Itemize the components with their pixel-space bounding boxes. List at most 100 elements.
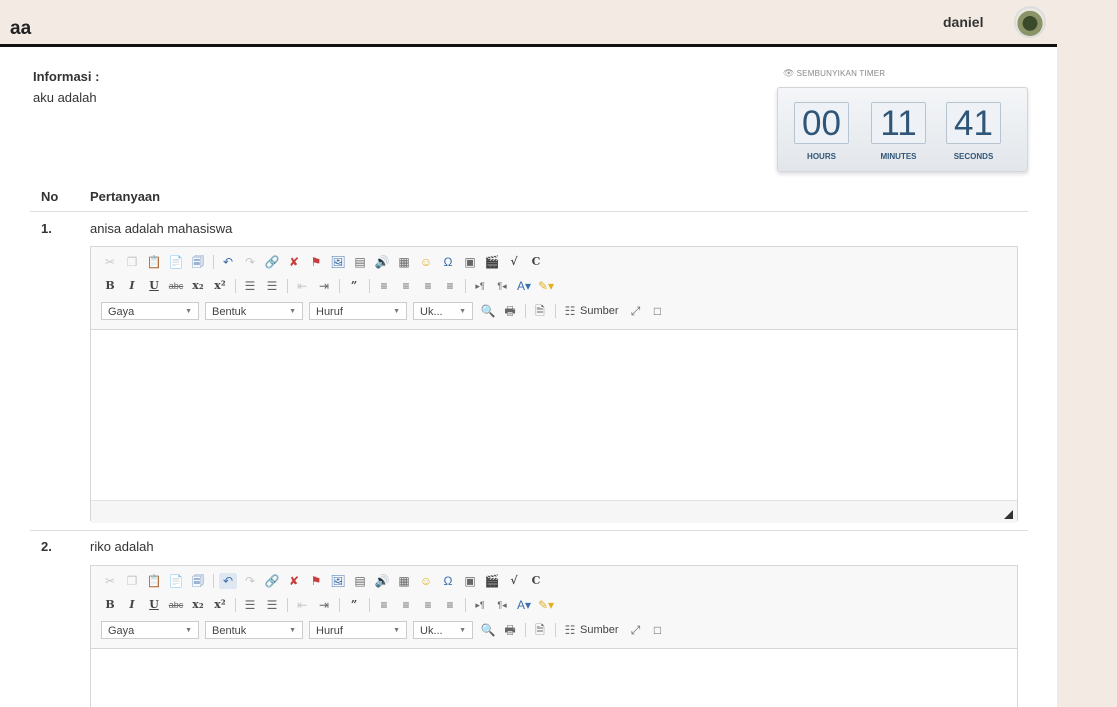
special-char-icon[interactable]: Ω [439,573,457,589]
text-color-icon[interactable]: A▾ [515,597,533,613]
copy-icon[interactable]: ❐ [123,254,141,270]
preview-icon[interactable]: 🔍 [479,303,497,319]
special-char-icon[interactable]: Ω [439,254,457,270]
underline-icon[interactable]: U [145,597,163,613]
user-name[interactable]: daniel [943,14,983,30]
paste-icon[interactable]: 📋 [145,254,163,270]
audio-icon[interactable]: 🔊 [373,254,391,270]
style-combo[interactable]: Gaya ▼ [101,621,199,639]
youtube-icon[interactable]: ▣ [461,254,479,270]
show-blocks-icon[interactable]: □ [649,303,667,319]
smiley-icon[interactable]: ☺ [417,573,435,589]
templates-icon[interactable]: 🗎 [531,622,549,638]
italic-icon[interactable]: I [123,597,141,613]
italic-icon[interactable]: I [123,278,141,294]
rtl-icon[interactable]: ¶◂ [493,597,511,613]
align-center-icon[interactable]: ≡ [397,278,415,294]
text-color-icon[interactable]: A▾ [515,278,533,294]
paste-word-icon[interactable]: 🗐 [189,254,207,270]
editor-content-area[interactable] [91,649,1017,707]
cut-icon[interactable]: ✂ [101,254,119,270]
bulleted-list-icon[interactable]: ☰ [263,278,281,294]
paste-icon[interactable]: 📋 [145,573,163,589]
avatar[interactable] [1014,6,1046,38]
outdent-icon[interactable]: ⇤ [293,597,311,613]
superscript-icon[interactable]: x² [211,597,229,613]
bulleted-list-icon[interactable]: ☰ [263,597,281,613]
code-c-icon[interactable]: C [527,254,545,270]
indent-icon[interactable]: ⇥ [315,597,333,613]
bg-color-icon[interactable]: ✎▾ [537,278,555,294]
paste-text-icon[interactable]: 📄 [167,573,185,589]
cut-icon[interactable]: ✂ [101,573,119,589]
table-icon[interactable]: ▦ [395,573,413,589]
image-icon[interactable]: 🖼 [329,254,347,270]
undo-icon[interactable]: ↶ [219,254,237,270]
unlink-icon[interactable]: ✘ [285,254,303,270]
align-right-icon[interactable]: ≡ [419,278,437,294]
size-combo[interactable]: Uk... ▼ [413,621,473,639]
size-combo[interactable]: Uk... ▼ [413,302,473,320]
bold-icon[interactable]: B [101,278,119,294]
anchor-flag-icon[interactable]: ⚑ [307,254,325,270]
align-left-icon[interactable]: ≡ [375,597,393,613]
undo-icon[interactable]: ↶ [219,573,237,589]
anchor-flag-icon[interactable]: ⚑ [307,573,325,589]
youtube-icon[interactable]: ▣ [461,573,479,589]
hide-timer-link[interactable]: 👁 SEMBUNYIKAN TIMER [783,68,885,79]
strikethrough-icon[interactable]: abc [167,597,185,613]
templates-icon[interactable]: 🗎 [531,303,549,319]
bg-color-icon[interactable]: ✎▾ [537,597,555,613]
link-icon[interactable]: 🔗 [263,573,281,589]
resize-handle-icon[interactable] [1004,510,1013,519]
blockquote-icon[interactable]: ” [345,278,363,294]
align-center-icon[interactable]: ≡ [397,597,415,613]
video-icon[interactable]: 🎬 [483,573,501,589]
strikethrough-icon[interactable]: abc [167,278,185,294]
outdent-icon[interactable]: ⇤ [293,278,311,294]
font-combo[interactable]: Huruf ▼ [309,302,407,320]
source-button[interactable]: ☷ Sumber [561,303,619,319]
align-justify-icon[interactable]: ≡ [441,278,459,294]
subscript-icon[interactable]: x₂ [189,278,207,294]
maximize-icon[interactable]: ⤢ [627,622,645,638]
format-combo[interactable]: Bentuk ▼ [205,621,303,639]
code-c-icon[interactable]: C [527,573,545,589]
font-combo[interactable]: Huruf ▼ [309,621,407,639]
underline-icon[interactable]: U [145,278,163,294]
style-combo[interactable]: Gaya ▼ [101,302,199,320]
indent-icon[interactable]: ⇥ [315,278,333,294]
numbered-list-icon[interactable]: ☰ [241,597,259,613]
print-icon[interactable]: 🖶 [501,303,519,319]
blockquote-icon[interactable]: ” [345,597,363,613]
paste-word-icon[interactable]: 🗐 [189,573,207,589]
link-icon[interactable]: 🔗 [263,254,281,270]
table-icon[interactable]: ▦ [395,254,413,270]
format-combo[interactable]: Bentuk ▼ [205,302,303,320]
rtl-icon[interactable]: ¶◂ [493,278,511,294]
redo-icon[interactable]: ↷ [241,573,259,589]
ltr-icon[interactable]: ▸¶ [471,278,489,294]
preview-icon[interactable]: 🔍 [479,622,497,638]
show-blocks-icon[interactable]: □ [649,622,667,638]
paste-text-icon[interactable]: 📄 [167,254,185,270]
smiley-icon[interactable]: ☺ [417,254,435,270]
align-left-icon[interactable]: ≡ [375,278,393,294]
ltr-icon[interactable]: ▸¶ [471,597,489,613]
unlink-icon[interactable]: ✘ [285,573,303,589]
math-root-icon[interactable]: √ [505,254,523,270]
numbered-list-icon[interactable]: ☰ [241,278,259,294]
source-button[interactable]: ☷ Sumber [561,622,619,638]
math-root-icon[interactable]: √ [505,573,523,589]
flash-icon[interactable]: ▤ [351,254,369,270]
video-icon[interactable]: 🎬 [483,254,501,270]
audio-icon[interactable]: 🔊 [373,573,391,589]
flash-icon[interactable]: ▤ [351,573,369,589]
print-icon[interactable]: 🖶 [501,622,519,638]
editor-content-area[interactable] [91,330,1017,500]
superscript-icon[interactable]: x² [211,278,229,294]
maximize-icon[interactable]: ⤢ [627,303,645,319]
align-justify-icon[interactable]: ≡ [441,597,459,613]
subscript-icon[interactable]: x₂ [189,597,207,613]
bold-icon[interactable]: B [101,597,119,613]
